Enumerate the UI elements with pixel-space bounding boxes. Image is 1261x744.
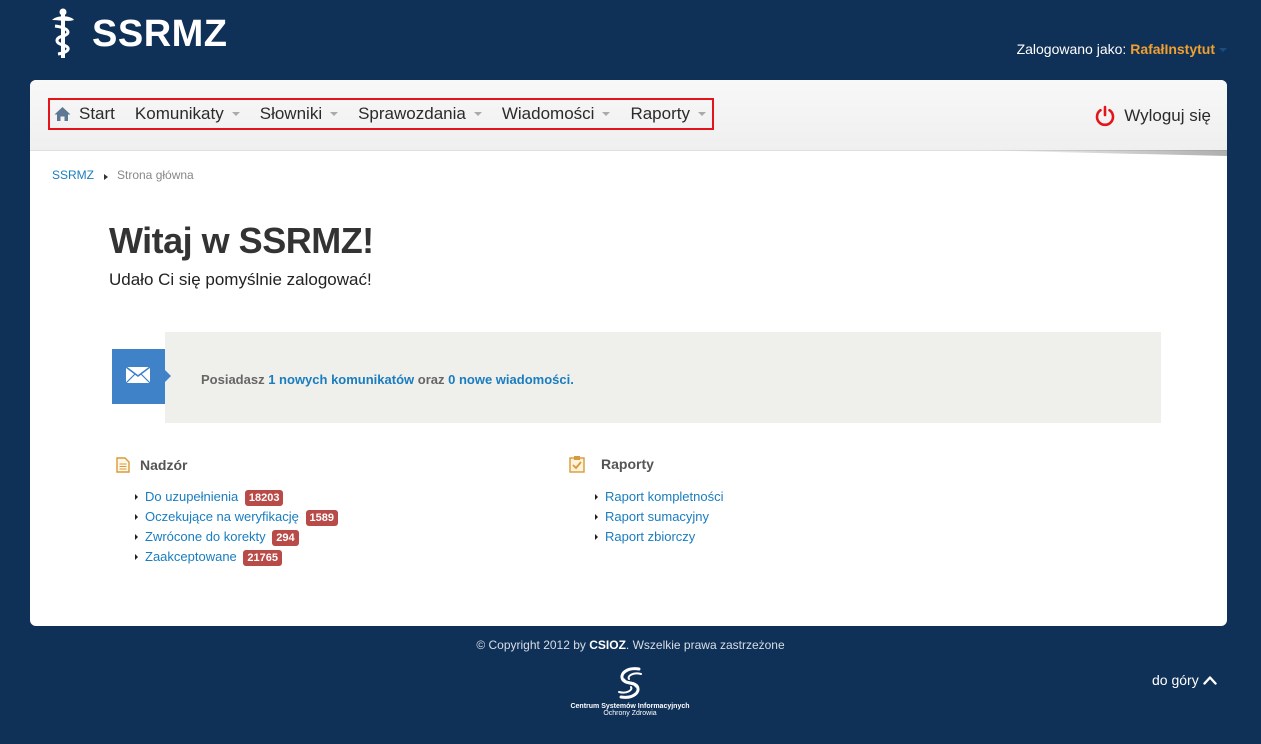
raporty-list: Raport kompletności Raport sumacyjny Rap… — [569, 487, 724, 547]
raporty-heading: Raporty — [569, 455, 724, 473]
chevron-down-icon — [697, 112, 706, 116]
chevron-down-icon — [473, 112, 482, 116]
nav-item-sprawozdania-label: Sprawozdania — [358, 104, 466, 123]
raporty-section: Raporty Raport kompletności Raport sumac… — [569, 455, 724, 547]
count-badge: 294 — [272, 530, 299, 546]
nav-item-wiadomosci-label: Wiadomości — [501, 104, 595, 123]
chevron-down-icon — [231, 112, 240, 116]
copyright-suffix: . Wszelkie prawa zastrzeżone — [625, 638, 785, 652]
csioz-logo: Centrum Systemów Informacyjnych Ochrony … — [555, 666, 705, 717]
raport-kompletnosci-link[interactable]: Raport kompletności — [605, 489, 724, 504]
logo[interactable]: SSRMZ — [46, 8, 228, 60]
logout-button[interactable]: Wyloguj się — [1094, 105, 1211, 127]
list-item: Zaakceptowane 21765 — [135, 547, 338, 567]
messages-prefix: Posiadasz — [201, 372, 265, 387]
nadzor-heading-label: Nadzór — [140, 457, 188, 473]
document-icon — [116, 457, 130, 473]
home-icon — [54, 107, 71, 121]
chevron-up-icon — [1203, 676, 1217, 685]
chevron-down-icon — [602, 112, 611, 116]
breadcrumb-separator-icon — [104, 173, 108, 180]
clipboard-check-icon — [569, 456, 585, 473]
do-uzupelnienia-link[interactable]: Do uzupełnienia — [145, 489, 238, 504]
messages-box: Posiadasz 1 nowych komunikatów oraz 0 no… — [165, 332, 1161, 423]
zwrocone-link[interactable]: Zwrócone do korekty — [145, 529, 266, 544]
nav-item-wiadomosci[interactable]: Wiadomości — [502, 104, 611, 124]
power-icon — [1095, 105, 1115, 127]
nav-item-start[interactable]: Start — [54, 104, 115, 124]
count-badge: 21765 — [243, 550, 282, 566]
oczekujace-link[interactable]: Oczekujące na weryfikację — [145, 509, 299, 524]
messages-text: Posiadasz 1 nowych komunikatów oraz 0 no… — [201, 372, 574, 387]
list-item: Raport sumacyjny — [595, 507, 724, 527]
logout-label: Wyloguj się — [1124, 106, 1211, 125]
zaakceptowane-link[interactable]: Zaakceptowane — [145, 549, 237, 564]
list-item: Do uzupełnienia 18203 — [135, 487, 338, 507]
user-prefix: Zalogowano jako: — [1016, 41, 1127, 57]
nav-item-slowniki[interactable]: Słowniki — [259, 104, 339, 124]
list-item: Raport kompletności — [595, 487, 724, 507]
copyright-prefix: © Copyright 2012 by — [476, 638, 586, 652]
count-badge: 1589 — [305, 510, 339, 526]
user-info: Zalogowano jako: RafałInstytut — [1017, 41, 1227, 57]
back-to-top-label: do góry — [1152, 672, 1199, 688]
csioz-logo-line1: Centrum Systemów Informacyjnych — [570, 703, 690, 710]
csioz-logo-icon — [618, 667, 642, 699]
new-messages-link[interactable]: 0 nowe wiadomości. — [448, 372, 574, 387]
nav-item-raporty-label: Raporty — [630, 104, 690, 123]
nav-item-komunikaty[interactable]: Komunikaty — [135, 104, 240, 124]
main-menu: Start Komunikaty Słowniki Sprawozdania W… — [48, 98, 714, 130]
navbar-shadow — [967, 150, 1227, 156]
navbar: Start Komunikaty Słowniki Sprawozdania W… — [30, 80, 1227, 151]
raport-sumacyjny-link[interactable]: Raport sumacyjny — [605, 509, 709, 524]
new-announcements-link[interactable]: 1 nowych komunikatów — [268, 372, 414, 387]
breadcrumb-root-link[interactable]: SSRMZ — [52, 168, 94, 182]
back-to-top-link[interactable]: do góry — [1152, 672, 1217, 688]
main-panel: Start Komunikaty Słowniki Sprawozdania W… — [30, 80, 1227, 626]
nav-item-raporty[interactable]: Raporty — [630, 104, 706, 124]
raport-zbiorczy-link[interactable]: Raport zbiorczy — [605, 529, 695, 544]
breadcrumb-current: Strona główna — [117, 168, 194, 182]
nav-item-start-label: Start — [79, 104, 115, 123]
nav-item-komunikaty-label: Komunikaty — [134, 104, 224, 123]
list-item: Raport zbiorczy — [595, 527, 724, 547]
list-item: Oczekujące na weryfikację 1589 — [135, 507, 339, 527]
chevron-down-icon[interactable] — [1219, 48, 1227, 53]
logo-text: SSRMZ — [92, 12, 228, 55]
user-name-dropdown[interactable]: RafałInstytut — [1130, 41, 1215, 57]
page-title: Witaj w SSRMZ! — [109, 220, 374, 261]
nav-item-slowniki-label: Słowniki — [259, 104, 323, 123]
page-subtitle: Udało Ci się pomyślnie zalogować! — [109, 270, 372, 289]
nav-item-sprawozdania[interactable]: Sprawozdania — [358, 104, 482, 124]
copyright-brand: CSIOZ — [589, 638, 626, 652]
chevron-down-icon — [330, 112, 339, 116]
messages-middle: oraz — [417, 372, 445, 387]
breadcrumb: SSRMZ Strona główna — [52, 168, 194, 182]
nadzor-list: Do uzupełnienia 18203 Oczekujące na wery… — [116, 487, 339, 567]
list-item: Zwrócone do korekty 294 — [135, 527, 338, 547]
messages-arrow — [165, 370, 171, 382]
nadzor-section: Nadzór Do uzupełnienia 18203 Oczekujące … — [116, 457, 339, 567]
csioz-logo-line2: Ochrony Zdrowia — [603, 710, 657, 717]
messages-icon-box — [112, 349, 165, 404]
raporty-heading-label: Raporty — [601, 456, 654, 472]
copyright: © Copyright 2012 by CSIOZ. Wszelkie praw… — [0, 638, 1261, 652]
count-badge: 18203 — [244, 490, 284, 506]
caduceus-logo-icon — [52, 8, 74, 58]
nadzor-heading: Nadzór — [116, 457, 338, 473]
envelope-icon — [125, 366, 151, 384]
